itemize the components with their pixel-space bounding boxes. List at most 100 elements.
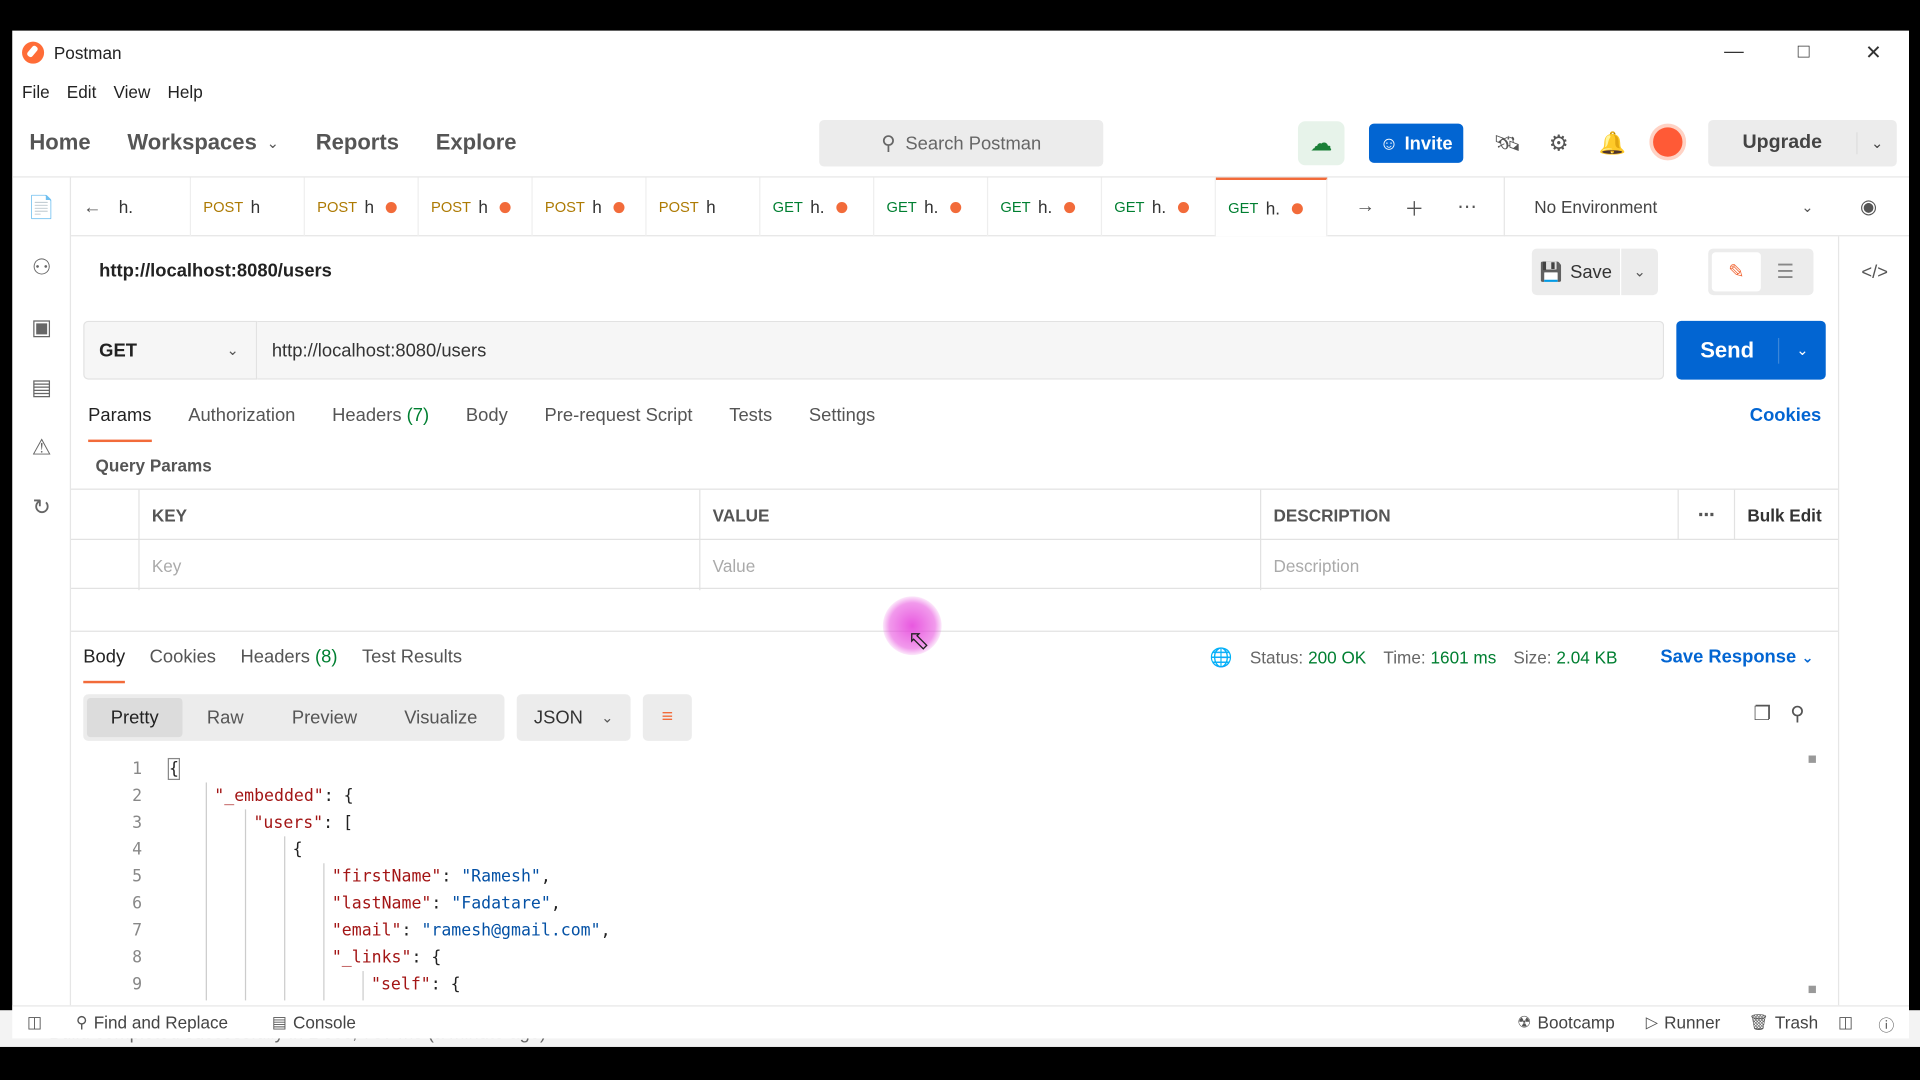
tab-request[interactable]: GET h.	[760, 177, 875, 237]
tab-request[interactable]: POST h	[647, 177, 761, 237]
description-input[interactable]: Description	[1260, 540, 1838, 591]
find-replace-button[interactable]: ⚲ Find and Replace	[76, 1013, 228, 1033]
view-preview[interactable]: Preview	[268, 698, 381, 737]
toggle-sidebar-icon[interactable]: ◫	[27, 1013, 48, 1033]
url-input[interactable]: http://localhost:8080/users	[257, 320, 1665, 380]
tab-headers[interactable]: Headers (7)	[332, 398, 429, 442]
menu-edit[interactable]: Edit	[67, 82, 97, 102]
response-body-editor[interactable]: 1 { 2 "_embedded": { 3 "users": [ 4 { 5 …	[83, 756, 1810, 1001]
chevron-down-icon[interactable]: ⌄	[1858, 135, 1897, 152]
environment-selector[interactable]: No Environment ⌄ ◉	[1503, 177, 1908, 237]
search-input[interactable]: ⚲ Search Postman	[819, 120, 1104, 167]
trash-button[interactable]: 🗑 Trash	[1749, 1013, 1819, 1033]
sync-status-icon[interactable]: ☁	[1297, 121, 1345, 166]
tab-response-cookies[interactable]: Cookies	[150, 639, 216, 683]
bulk-edit-button[interactable]: Bulk Edit	[1733, 489, 1838, 541]
comment-icon[interactable]: ☰	[1761, 252, 1810, 291]
tab-request[interactable]: GET h.	[1102, 177, 1216, 237]
format-select[interactable]: JSON ⌄	[516, 694, 631, 741]
code-line: 4 {	[83, 836, 1810, 863]
save-button[interactable]: 💾 Save	[1531, 248, 1621, 296]
tab-request[interactable]: GET h.	[988, 177, 1103, 237]
tab-prerequest-script[interactable]: Pre-request Script	[545, 398, 693, 442]
wrap-lines-icon[interactable]: ≡	[642, 694, 692, 741]
scroll-up-icon[interactable]	[1808, 755, 1816, 763]
save-dropdown[interactable]: ⌄	[1621, 248, 1658, 296]
method-select[interactable]: GET ⌄	[83, 320, 258, 380]
menu-help[interactable]: Help	[167, 82, 202, 102]
more-icon[interactable]: ⋯	[1677, 489, 1734, 541]
pane-divider[interactable]	[71, 630, 1838, 632]
upgrade-button[interactable]: Upgrade ⌄	[1708, 120, 1897, 167]
maximize-icon[interactable]: □	[1768, 31, 1839, 75]
menu-file[interactable]: File	[22, 82, 50, 102]
help-icon[interactable]: ⓘ	[1878, 1013, 1900, 1036]
nav-home[interactable]: Home	[29, 130, 90, 156]
view-visualize[interactable]: Visualize	[381, 698, 501, 737]
apis-icon[interactable]: ⚇	[12, 238, 71, 298]
nav-reports[interactable]: Reports	[316, 130, 399, 156]
send-button[interactable]: Send ⌄	[1676, 320, 1826, 380]
search-icon[interactable]: ⚲	[1790, 702, 1804, 726]
tab-request[interactable]: GET h.	[874, 177, 989, 237]
mock-servers-icon[interactable]: ▤	[12, 358, 71, 418]
nav-workspaces[interactable]: Workspaces ⌄	[127, 130, 279, 156]
value-input[interactable]: Value	[699, 540, 1260, 591]
gear-icon[interactable]: ⚙	[1542, 126, 1576, 160]
scrollbar[interactable]	[1805, 755, 1820, 996]
code-text: "_embedded": {	[214, 786, 353, 806]
tab-body[interactable]: Body	[466, 398, 508, 442]
tab-request[interactable]: POST h	[191, 177, 305, 237]
json-key: "users"	[253, 813, 324, 833]
satellite-icon[interactable]: 🛰	[1490, 126, 1524, 160]
arrow-right-icon[interactable]: →	[1348, 190, 1382, 224]
tab-response-headers[interactable]: Headers (8)	[240, 639, 337, 683]
tab-authorization[interactable]: Authorization	[188, 398, 295, 442]
tab-test-results[interactable]: Test Results	[362, 639, 462, 683]
tab-response-body[interactable]: Body	[83, 639, 126, 684]
two-pane-icon[interactable]: ◫	[1838, 1013, 1859, 1033]
key-input[interactable]: Key	[138, 540, 699, 591]
tab-tests[interactable]: Tests	[729, 398, 772, 442]
scroll-down-icon[interactable]	[1808, 985, 1816, 994]
history-icon[interactable]: ↻	[12, 478, 71, 538]
copy-icon[interactable]: ❐	[1753, 702, 1771, 726]
size-value[interactable]: 2.04 KB	[1556, 648, 1617, 668]
status-value[interactable]: 200 OK	[1308, 648, 1366, 668]
pencil-icon[interactable]: ✎	[1711, 252, 1761, 292]
chevron-down-icon[interactable]: ⌄	[1779, 342, 1826, 359]
more-icon[interactable]: ⋯	[1450, 190, 1484, 224]
time-value[interactable]: 1601 ms	[1431, 648, 1497, 668]
code-icon[interactable]: </>	[1839, 249, 1909, 296]
globe-icon[interactable]: 🌐	[1210, 647, 1233, 669]
environments-icon[interactable]: ▣	[12, 298, 71, 358]
tab-request[interactable]: ← h.	[71, 177, 192, 237]
monitors-icon[interactable]: ⚠	[12, 418, 71, 478]
tab-request[interactable]: POST h	[419, 177, 533, 237]
bell-icon[interactable]: 🔔	[1596, 126, 1630, 160]
runner-button[interactable]: ▷ Runner	[1646, 1013, 1721, 1033]
avatar[interactable]	[1649, 123, 1687, 161]
tab-request-active[interactable]: GET h.	[1215, 177, 1328, 237]
tab-settings[interactable]: Settings	[809, 398, 875, 442]
tab-request[interactable]: POST h	[533, 177, 647, 237]
eye-icon[interactable]: ◉	[1860, 195, 1877, 219]
request-title[interactable]: http://localhost:8080/users	[99, 261, 332, 282]
view-raw[interactable]: Raw	[182, 698, 268, 737]
view-pretty[interactable]: Pretty	[86, 697, 183, 738]
minimize-icon[interactable]: —	[1698, 31, 1769, 75]
tab-params[interactable]: Params	[88, 398, 152, 443]
bootcamp-button[interactable]: ☢ Bootcamp	[1517, 1013, 1615, 1033]
menu-view[interactable]: View	[113, 82, 150, 102]
tab-method: POST	[317, 198, 358, 216]
status-label: Status:	[1249, 647, 1304, 668]
invite-button[interactable]: ☺ Invite	[1368, 123, 1464, 163]
tab-request[interactable]: POST h	[305, 177, 419, 237]
nav-explore[interactable]: Explore	[436, 130, 517, 156]
save-response-button[interactable]: Save Response ⌄	[1660, 647, 1813, 668]
cookies-link[interactable]: Cookies	[1750, 405, 1821, 426]
plus-icon[interactable]: ＋	[1397, 190, 1431, 224]
close-icon[interactable]: ✕	[1838, 31, 1909, 75]
console-button[interactable]: ▤ Console	[272, 1013, 356, 1033]
collections-icon[interactable]: 📄	[12, 178, 71, 238]
